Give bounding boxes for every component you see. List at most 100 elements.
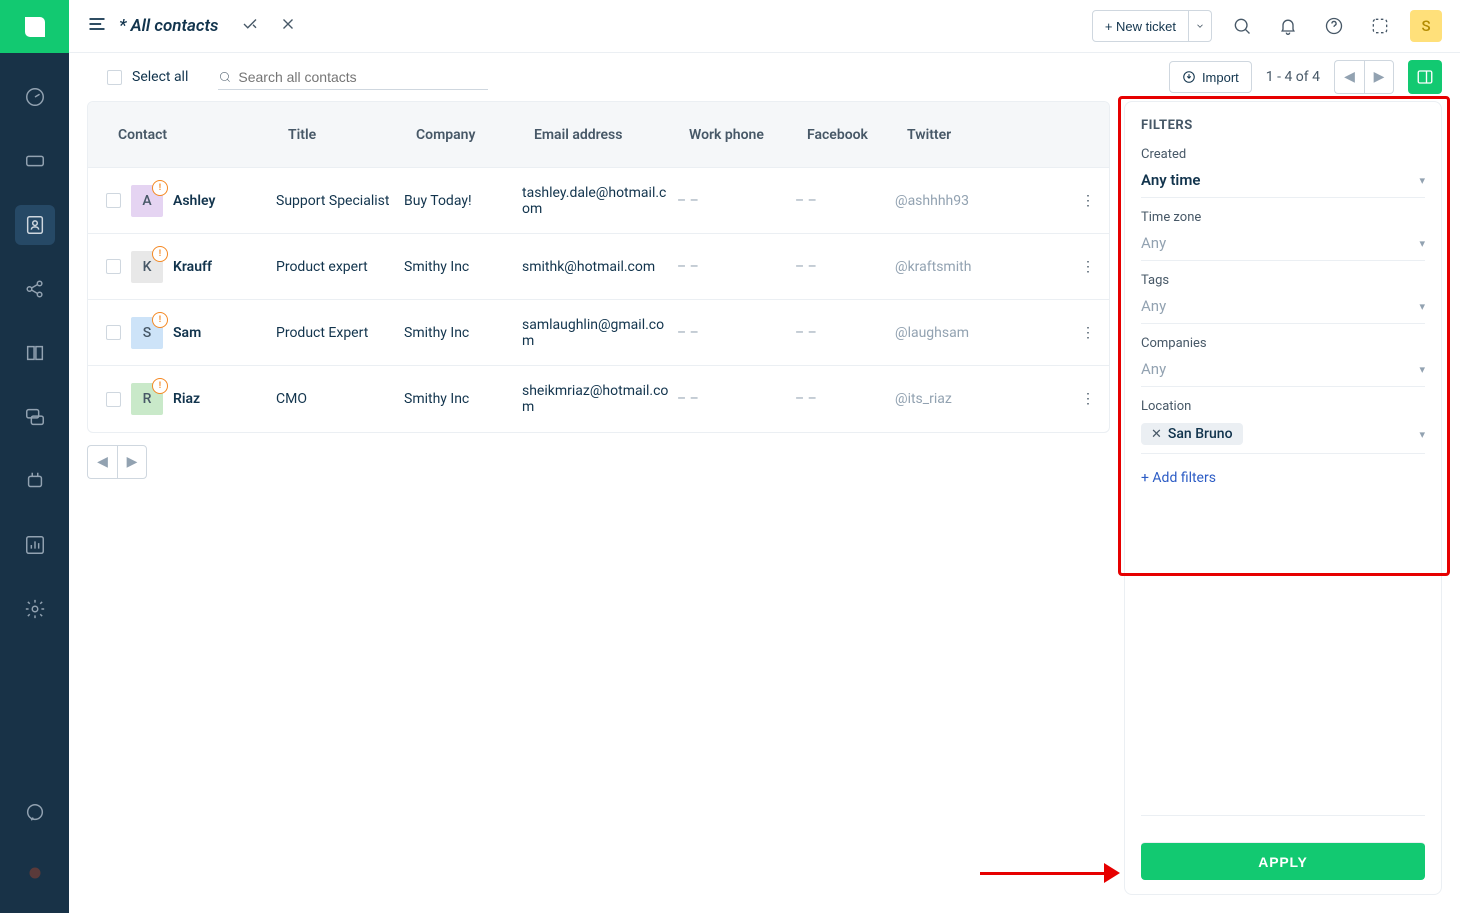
status-dot-icon — [24, 862, 46, 884]
contact-facebook: – – — [795, 325, 895, 341]
row-menu-button[interactable]: ⋮ — [1065, 259, 1095, 275]
bot-icon — [24, 470, 46, 492]
contact-phone: – – — [677, 391, 795, 407]
table-row[interactable]: A Ashley Support Specialist Buy Today! t… — [88, 168, 1109, 234]
contact-email: smithk@hotmail.com — [522, 259, 677, 275]
filter-companies-select[interactable]: Any ▾ — [1141, 355, 1425, 387]
hamburger-icon — [87, 15, 107, 33]
filter-location-select[interactable]: ✕ San Bruno ▾ — [1141, 418, 1425, 454]
nav-freshchat[interactable] — [15, 793, 55, 833]
col-phone[interactable]: Work phone — [689, 127, 807, 143]
help-button[interactable] — [1318, 10, 1350, 42]
nav-forums[interactable] — [15, 397, 55, 437]
filter-companies-value: Any — [1141, 360, 1166, 378]
filter-tags-select[interactable]: Any ▾ — [1141, 292, 1425, 324]
contact-title: Product expert — [276, 259, 404, 275]
remove-location-tag[interactable]: ✕ — [1151, 428, 1162, 441]
page-indicator: 1 - 4 of 4 — [1266, 69, 1320, 85]
notifications-button[interactable] — [1272, 10, 1304, 42]
freshworks-button[interactable] — [1364, 10, 1396, 42]
freshdesk-logo-icon — [20, 12, 50, 42]
chevron-down-icon: ▾ — [1419, 363, 1425, 376]
filter-panel-toggle[interactable] — [1408, 60, 1442, 94]
new-ticket-dropdown[interactable] — [1189, 10, 1212, 42]
contact-name: Krauff — [173, 259, 212, 275]
nav-solutions[interactable] — [15, 333, 55, 373]
row-menu-button[interactable]: ⋮ — [1065, 391, 1095, 407]
prev-page-button-bottom[interactable]: ◀ — [87, 445, 117, 479]
filter-tags-label: Tags — [1141, 273, 1425, 288]
nav-analytics[interactable] — [15, 525, 55, 565]
search-icon — [1232, 16, 1252, 36]
location-tag: ✕ San Bruno — [1141, 423, 1243, 445]
contact-twitter: @laughsam — [895, 325, 1015, 341]
row-menu-button[interactable]: ⋮ — [1065, 325, 1095, 341]
next-page-button-bottom[interactable]: ▶ — [117, 445, 147, 479]
close-icon — [279, 15, 297, 33]
page-title: * All contacts — [119, 16, 219, 36]
search-icon — [218, 70, 232, 84]
contact-company: Smithy Inc — [404, 391, 522, 407]
filter-created-select[interactable]: Any time ▾ — [1141, 166, 1425, 198]
row-checkbox[interactable] — [106, 325, 121, 340]
col-title[interactable]: Title — [288, 127, 416, 143]
contact-company: Buy Today! — [404, 193, 522, 209]
chevron-down-icon: ▾ — [1419, 237, 1425, 250]
contact-company: Smithy Inc — [404, 259, 522, 275]
import-button[interactable]: Import — [1169, 61, 1252, 93]
contact-twitter: @kraftsmith — [895, 259, 1015, 275]
next-page-button[interactable]: ▶ — [1364, 60, 1394, 94]
nav-dashboard[interactable] — [15, 77, 55, 117]
nav-social[interactable] — [15, 269, 55, 309]
col-contact[interactable]: Contact — [118, 127, 288, 143]
table-row[interactable]: S Sam Product Expert Smithy Inc samlaugh… — [88, 300, 1109, 366]
save-view-button[interactable] — [241, 15, 259, 37]
contact-facebook: – – — [795, 193, 895, 209]
search-contacts-input[interactable] — [238, 69, 488, 85]
logo[interactable] — [0, 0, 69, 53]
col-facebook[interactable]: Facebook — [807, 127, 907, 143]
prev-page-button[interactable]: ◀ — [1334, 60, 1364, 94]
contact-title: Support Specialist — [276, 193, 404, 209]
nav-contacts[interactable] — [15, 205, 55, 245]
row-checkbox[interactable] — [106, 259, 121, 274]
new-ticket-button[interactable]: + New ticket — [1092, 10, 1189, 42]
col-twitter[interactable]: Twitter — [907, 127, 1027, 143]
row-checkbox[interactable] — [106, 193, 121, 208]
col-email[interactable]: Email address — [534, 127, 689, 143]
contact-name: Ashley — [173, 193, 215, 209]
nav-admin[interactable] — [15, 589, 55, 629]
row-menu-button[interactable]: ⋮ — [1065, 193, 1095, 209]
menu-toggle[interactable] — [87, 15, 107, 37]
contacts-toolbar: Select all Import 1 - 4 of 4 ◀ ▶ — [69, 53, 1460, 101]
nav-tickets[interactable] — [15, 141, 55, 181]
contact-email: tashley.dale@hotmail.com — [522, 185, 677, 217]
table-row[interactable]: R Riaz CMO Smithy Inc sheikmriaz@hotmail… — [88, 366, 1109, 432]
contact-twitter: @its_riaz — [895, 391, 1015, 407]
gear-icon — [24, 598, 46, 620]
filter-timezone-value: Any — [1141, 234, 1166, 252]
contact-phone: – – — [677, 259, 795, 275]
apply-filters-button[interactable]: APPLY — [1141, 842, 1425, 880]
nav-automation[interactable] — [15, 461, 55, 501]
search-contacts-field[interactable] — [218, 65, 488, 90]
row-checkbox[interactable] — [106, 392, 121, 407]
search-button[interactable] — [1226, 10, 1258, 42]
filter-tags-value: Any — [1141, 297, 1166, 315]
chevron-down-icon — [1195, 21, 1205, 31]
contact-title: CMO — [276, 391, 404, 407]
table-row[interactable]: K Krauff Product expert Smithy Inc smith… — [88, 234, 1109, 300]
nav-status[interactable] — [15, 853, 55, 893]
add-filters-link[interactable]: + Add filters — [1141, 470, 1425, 486]
topbar: * All contacts + New ticket S — [69, 0, 1460, 53]
import-icon — [1182, 70, 1196, 84]
filter-timezone-select[interactable]: Any ▾ — [1141, 229, 1425, 261]
filters-heading: FILTERS — [1141, 118, 1425, 133]
contact-email: samlaughlin@gmail.com — [522, 317, 677, 349]
chat-circle-icon — [24, 802, 46, 824]
profile-avatar[interactable]: S — [1410, 10, 1442, 42]
col-company[interactable]: Company — [416, 127, 534, 143]
select-all-checkbox[interactable] — [107, 70, 122, 85]
new-ticket-group: + New ticket — [1092, 10, 1212, 42]
close-view-button[interactable] — [279, 15, 297, 37]
